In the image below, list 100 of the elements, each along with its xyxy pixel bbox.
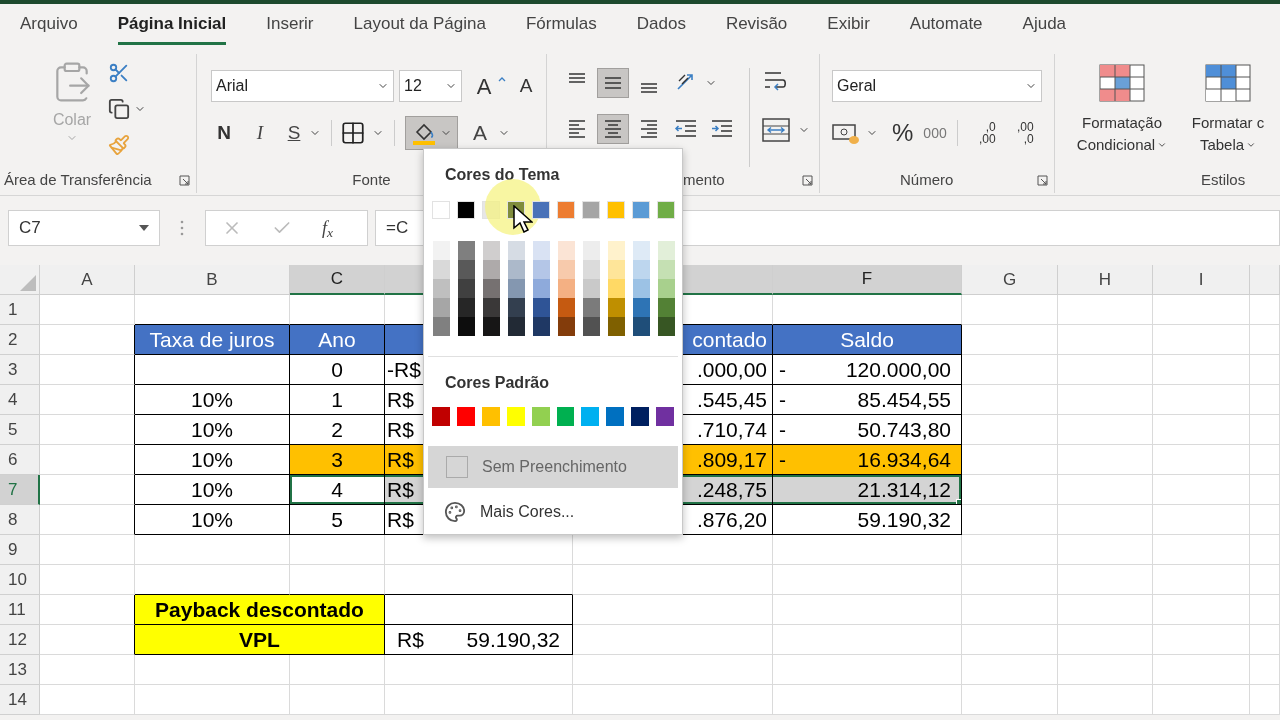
increase-decimal-button[interactable]: ,0 ,00 (967, 121, 996, 145)
font-size-select[interactable]: 12 (399, 70, 462, 102)
currency-icon[interactable] (832, 121, 860, 145)
color-swatch[interactable] (483, 298, 500, 317)
color-swatch[interactable] (583, 260, 600, 279)
color-swatch[interactable] (458, 279, 475, 298)
row-header[interactable]: 14 (0, 685, 40, 715)
grid-cell[interactable] (40, 445, 135, 475)
copy-icon[interactable] (108, 98, 130, 120)
grid-cell[interactable] (40, 505, 135, 535)
column-header[interactable]: A (40, 265, 135, 295)
font-color-button[interactable]: A (468, 117, 492, 149)
no-fill-item[interactable]: Sem Preenchimento (428, 446, 678, 488)
color-swatch[interactable] (533, 279, 550, 298)
column-header[interactable] (1250, 265, 1280, 295)
row-header[interactable]: 7 (0, 475, 40, 505)
grid-cell[interactable] (385, 595, 573, 625)
ribbon-tab[interactable]: Dados (616, 4, 706, 52)
color-swatch[interactable] (633, 241, 650, 260)
color-swatch[interactable] (433, 241, 450, 260)
color-swatch[interactable] (558, 317, 575, 336)
format-as-table-button[interactable]: Formatar c Tabela (1185, 64, 1271, 167)
row-header[interactable]: 6 (0, 445, 40, 475)
color-swatch[interactable] (483, 260, 500, 279)
shrink-font-button[interactable]: A (512, 71, 540, 101)
color-swatch[interactable] (481, 407, 500, 426)
underline-button[interactable]: S (283, 118, 305, 148)
color-swatch[interactable] (531, 407, 550, 426)
color-swatch[interactable] (506, 407, 525, 426)
italic-button[interactable]: I (249, 118, 271, 148)
color-swatch[interactable] (556, 407, 575, 426)
color-swatch[interactable] (658, 298, 675, 317)
ribbon-tab[interactable]: Automate (889, 4, 1003, 52)
color-swatch[interactable] (608, 279, 625, 298)
color-swatch[interactable] (656, 407, 675, 426)
color-swatch[interactable] (508, 298, 525, 317)
column-header[interactable]: G (962, 265, 1058, 295)
color-swatch[interactable] (658, 279, 675, 298)
column-header[interactable]: I (1153, 265, 1250, 295)
dialog-launcher-icon[interactable] (179, 174, 190, 186)
color-swatch[interactable] (658, 260, 675, 279)
color-swatch[interactable] (633, 260, 650, 279)
number-format-select[interactable]: Geral (832, 70, 1042, 102)
row-header[interactable]: 9 (0, 535, 40, 565)
indent-icon[interactable] (709, 118, 735, 140)
ribbon-tab[interactable]: Fórmulas (505, 4, 617, 52)
grid-cell[interactable] (40, 415, 135, 445)
color-swatch[interactable] (508, 260, 525, 279)
percent-button[interactable]: % (892, 115, 914, 151)
color-swatch[interactable] (608, 260, 625, 279)
grid-cell[interactable] (40, 475, 135, 505)
color-swatch[interactable] (532, 201, 550, 219)
color-swatch[interactable] (433, 298, 450, 317)
borders-icon[interactable] (340, 120, 366, 146)
ribbon-tab[interactable]: Arquivo (0, 4, 98, 52)
color-swatch[interactable] (558, 298, 575, 317)
color-swatch[interactable] (608, 317, 625, 336)
table-cell[interactable]: 3 (290, 445, 385, 475)
column-header[interactable]: C (290, 265, 385, 295)
color-swatch[interactable] (557, 201, 575, 219)
grid-cell[interactable] (40, 355, 135, 385)
color-swatch[interactable] (581, 407, 600, 426)
color-swatch[interactable] (608, 298, 625, 317)
decrease-decimal-button[interactable]: ,00 ,0 (1005, 121, 1034, 145)
outdent-icon[interactable] (673, 118, 699, 140)
row-header[interactable]: 10 (0, 565, 40, 595)
color-swatch[interactable] (633, 317, 650, 336)
select-all-icon[interactable] (20, 275, 36, 291)
color-swatch[interactable] (583, 298, 600, 317)
color-swatch[interactable] (508, 241, 525, 260)
color-swatch[interactable] (508, 317, 525, 336)
color-swatch[interactable] (533, 241, 550, 260)
color-swatch[interactable] (533, 260, 550, 279)
color-swatch[interactable] (458, 241, 475, 260)
color-swatch[interactable] (533, 298, 550, 317)
color-swatch[interactable] (457, 201, 475, 219)
column-header[interactable]: B (135, 265, 290, 295)
row-header[interactable]: 13 (0, 655, 40, 685)
color-swatch[interactable] (633, 279, 650, 298)
vertical-align-button[interactable] (597, 68, 629, 98)
color-swatch[interactable] (483, 241, 500, 260)
color-swatch[interactable] (657, 201, 675, 219)
dialog-launcher-icon[interactable] (1037, 174, 1048, 186)
row-header[interactable]: 3 (0, 355, 40, 385)
color-swatch[interactable] (433, 260, 450, 279)
color-swatch[interactable] (583, 241, 600, 260)
dialog-launcher-icon[interactable] (802, 174, 813, 186)
color-swatch[interactable] (458, 317, 475, 336)
paintbrush-icon[interactable] (108, 134, 130, 156)
color-swatch[interactable] (432, 201, 450, 219)
column-header[interactable]: F (773, 265, 962, 295)
row-header[interactable]: 2 (0, 325, 40, 355)
color-swatch[interactable] (658, 317, 675, 336)
color-swatch[interactable] (533, 317, 550, 336)
ribbon-tab[interactable]: Revisão (705, 4, 808, 52)
row-header[interactable]: 5 (0, 415, 40, 445)
row-header[interactable]: 12 (0, 625, 40, 655)
color-swatch[interactable] (558, 241, 575, 260)
ribbon-tab[interactable]: Inserir (246, 4, 334, 52)
column-header[interactable]: H (1058, 265, 1153, 295)
